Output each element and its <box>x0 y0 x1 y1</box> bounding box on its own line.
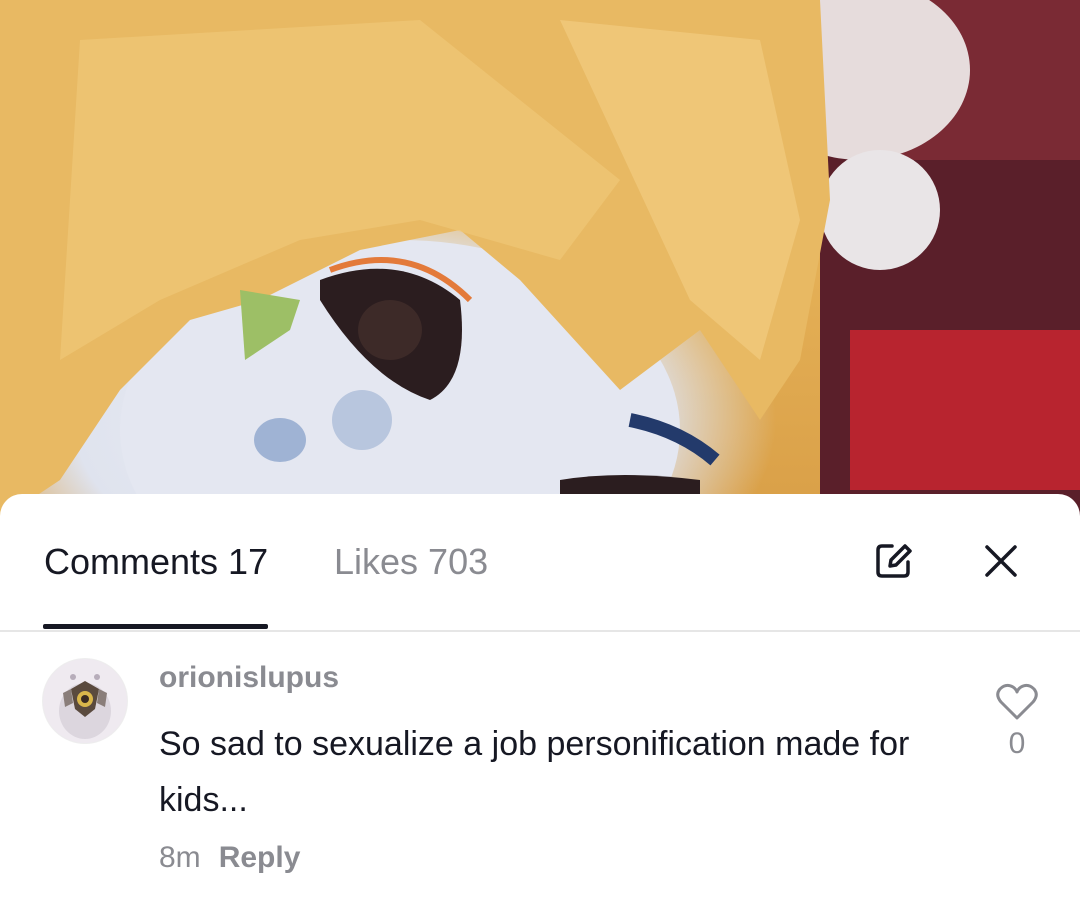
heart-icon[interactable] <box>995 682 1039 722</box>
comment-item: orionislupus So sad to sexualize a job p… <box>0 648 1080 916</box>
comment-username[interactable]: orionislupus <box>159 658 339 698</box>
edit-icon[interactable] <box>872 540 914 582</box>
close-icon[interactable] <box>980 540 1022 582</box>
reply-button[interactable]: Reply <box>219 841 301 874</box>
comment-meta: 8m Reply <box>159 838 300 878</box>
comment-text: So sad to sexualize a job personificatio… <box>159 725 910 819</box>
video-background[interactable] <box>0 0 1080 520</box>
tab-likes[interactable]: Likes 703 <box>334 538 488 586</box>
video-frame-image <box>0 0 1080 520</box>
active-tab-indicator <box>43 624 268 629</box>
tab-bar: Comments 17 Likes 703 <box>0 494 1080 632</box>
avatar[interactable] <box>42 658 128 744</box>
comment-timestamp: 8m <box>159 841 201 874</box>
like-count: 0 <box>1008 727 1026 760</box>
tab-comments[interactable]: Comments 17 <box>44 538 268 586</box>
